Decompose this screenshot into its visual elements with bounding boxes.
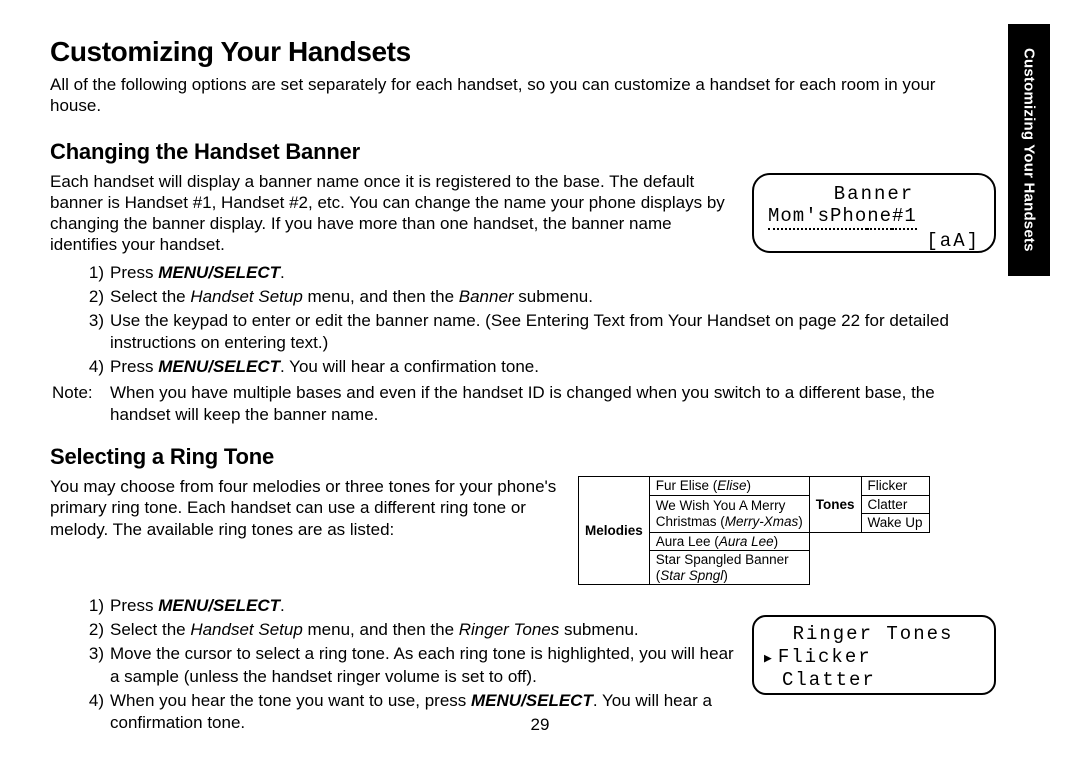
table-cell: Star Spangled Banner(Star Spngl) <box>649 551 809 585</box>
list-item: 3) Use the keypad to enter or edit the b… <box>50 310 996 354</box>
list-item: 2) Select the Handset Setup menu, and th… <box>50 619 734 641</box>
lcd-banner-line1: Banner <box>768 183 980 206</box>
table-cell: Aura Lee (Aura Lee) <box>649 532 809 551</box>
lcd-banner-line3: [aA] <box>768 230 980 253</box>
ringtone-paragraph: You may choose from four melodies or thr… <box>50 476 560 540</box>
ringtone-table: Melodies Fur Elise (Elise) Tones Flicker… <box>578 476 930 585</box>
lcd-banner-screen: Banner Mom'sPhone #1 [aA] <box>752 173 996 253</box>
table-cell: Clatter <box>861 495 929 514</box>
list-item: 3) Move the cursor to select a ring tone… <box>50 643 734 687</box>
table-cell: We Wish You A MerryChristmas (Merry-Xmas… <box>649 495 809 532</box>
banner-steps-list: 1) Press MENU/SELECT. 2) Select the Hand… <box>50 262 996 378</box>
banner-paragraph: Each handset will display a banner name … <box>50 171 736 256</box>
list-item: 4) Press MENU/SELECT. You will hear a co… <box>50 356 996 378</box>
table-cell: Flicker <box>861 477 929 496</box>
melodies-header: Melodies <box>579 477 650 585</box>
section-heading-banner: Changing the Handset Banner <box>50 139 996 165</box>
banner-note: Note: When you have multiple bases and e… <box>50 382 996 426</box>
lcd-ringer-line1: Ringer Tones <box>764 623 982 646</box>
section-thumb-tab: Customizing Your Handsets <box>1008 24 1050 276</box>
list-item: 2) Select the Handset Setup menu, and th… <box>50 286 996 308</box>
section-heading-ringtone: Selecting a Ring Tone <box>50 444 996 470</box>
table-cell: Fur Elise (Elise) <box>649 477 809 496</box>
intro-paragraph: All of the following options are set sep… <box>50 74 970 117</box>
lcd-ringer-line3: Clatter <box>764 669 982 692</box>
tones-header: Tones <box>809 477 861 533</box>
lcd-banner-line2: Mom'sPhone #1 <box>768 205 980 230</box>
list-item: 1) Press MENU/SELECT. <box>50 595 734 617</box>
page-title: Customizing Your Handsets <box>50 36 996 68</box>
section-thumb-label: Customizing Your Handsets <box>1021 48 1038 252</box>
table-cell: Wake Up <box>861 514 929 533</box>
list-item: 1) Press MENU/SELECT. <box>50 262 996 284</box>
lcd-ringer-line2: Flicker <box>764 646 982 669</box>
lcd-ringer-screen: Ringer Tones Flicker Clatter <box>752 615 996 695</box>
page-number: 29 <box>0 715 1080 735</box>
